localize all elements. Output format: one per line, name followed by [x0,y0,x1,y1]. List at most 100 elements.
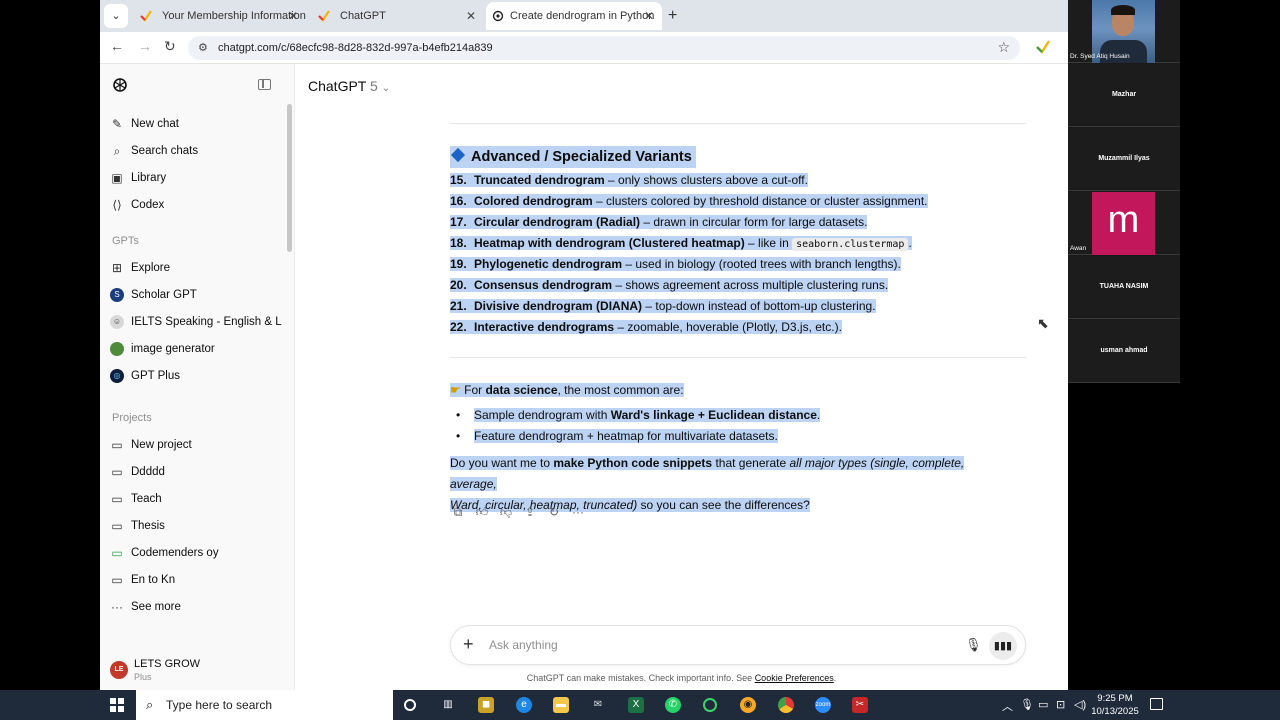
microphone-icon[interactable]: 🎙︎ [965,637,982,653]
windows-start-icon[interactable] [110,698,124,712]
sidebar-item-label: See more [131,601,181,613]
close-sidebar-icon[interactable] [258,79,271,90]
system-clock[interactable]: 9:25 PM 10/13/2025 [1088,692,1142,718]
sidebar-item-new-project[interactable]: ▭ New project [110,433,282,457]
notification-icon[interactable] [1150,698,1163,710]
sidebar-item-project[interactable]: ▭ En to Kn [110,568,282,592]
prompt-input[interactable]: Ask anything [489,638,558,652]
whatsapp-icon[interactable]: ✆ [665,697,681,713]
sidebar-item-project[interactable]: ▭ Codemenders oy [110,541,282,565]
sidebar-item-project[interactable]: ▭ Thesis [110,514,282,538]
back-arrow-icon[interactable]: ← [110,38,124,54]
model-selector[interactable]: ChatGPT 5 ⌄ [308,78,390,94]
copy-icon[interactable]: ⧉ [450,504,466,520]
question-mid: that generate [712,456,790,470]
participant-name: TUAHA NASIM [1099,283,1149,290]
regenerate-icon[interactable]: ↻ [546,504,562,520]
tray-volume-icon[interactable]: ◁) [1074,698,1086,711]
tray-chevron-icon[interactable]: ︿ [1002,698,1013,714]
list-term: Colored dendrogram [474,194,593,208]
close-tab-icon[interactable]: ✕ [466,2,476,30]
tab-create-dendrogram[interactable]: Create dendrogram in Python ✕ [486,2,662,30]
section-heading-text: Advanced / Specialized Variants [471,149,692,165]
sidebar-item-new-chat[interactable]: ✎ New chat [110,112,282,136]
file-explorer-icon[interactable]: ▬ [553,697,569,713]
sidebar-item-see-more[interactable]: ··· See more [110,595,282,619]
participant-tile[interactable]: Mazhar [1068,64,1180,127]
forward-arrow-icon[interactable]: → [138,38,152,54]
sidebar-item-project[interactable]: ▭ Teach [110,487,282,511]
folder-green-icon: ▭ [111,546,123,560]
tab-membership[interactable]: Your Membership Information ✕ [126,2,306,30]
voice-mode-icon[interactable]: ▮▮▮ [989,632,1017,660]
participant-tile[interactable]: TUAHA NASIM [1068,256,1180,319]
sidebar-item-search-chats[interactable]: ⌕ Search chats [110,139,282,163]
snipping-tool-icon[interactable]: ✂ [852,697,868,713]
bookmark-star-icon[interactable]: ☆ [997,39,1010,56]
list-number: 16. [450,194,467,208]
checkmark-favicon-icon [318,10,330,22]
close-tab-icon[interactable]: ✕ [288,2,298,30]
store-icon[interactable]: ◼ [478,697,494,713]
mail-icon[interactable]: ✉ [590,697,606,713]
sync-app-icon[interactable] [703,698,717,712]
participant-avatar: m [1092,192,1155,255]
participant-tile[interactable]: Muzammil Ilyas [1068,128,1180,191]
sidebar-item-label: En to Kn [131,574,176,586]
sidebar-item-ielts-speaking[interactable]: ☺ IELTS Speaking - English & L... [110,310,282,334]
participant-tile[interactable]: usman ahmad [1068,320,1180,383]
more-options-icon[interactable]: ··· [570,504,586,520]
chrome-icon[interactable] [778,697,794,713]
disclaimer: ChatGPT can make mistakes. Check importa… [295,673,1068,683]
chevron-down-icon: ⌄ [381,83,391,94]
tray-battery-icon[interactable]: ▭ [1038,698,1048,711]
sidebar-item-codex[interactable]: ⟨⟩ Codex [110,193,282,217]
start-pane [118,698,124,704]
sidebar-scrollbar[interactable] [287,104,292,252]
task-view-icon[interactable]: ▥ [440,697,456,713]
intro-pre: For [464,383,486,397]
app-icon[interactable]: ◉ [740,697,756,713]
zoom-icon[interactable]: zoom [815,697,831,713]
sidebar-item-library[interactable]: ▣ Library [110,166,282,190]
address-bar[interactable]: ⚙ chatgpt.com/c/68ecfc98-8d28-832d-997a-… [188,36,1020,60]
tab-chatgpt[interactable]: ChatGPT ✕ [304,2,484,30]
tab-label: ChatGPT [340,10,386,22]
thumbs-up-icon[interactable]: 👍︎ [474,504,490,520]
sidebar-item-project[interactable]: ▭ Ddddd [110,460,282,484]
cortana-icon[interactable] [404,699,416,711]
composer[interactable]: + Ask anything 🎙︎ ▮▮▮ [450,625,1026,665]
close-tab-icon[interactable]: ✕ [644,2,654,30]
tab-label: Your Membership Information [162,10,306,22]
reload-icon[interactable]: ↻ [164,38,176,55]
thumbs-down-icon[interactable]: 👎︎ [498,504,514,520]
extension-checkmark-icon[interactable] [1036,40,1050,54]
list-desc: – like in [744,236,793,250]
projects-heading: Projects [112,412,152,424]
edge-icon[interactable]: e [516,697,532,713]
user-menu[interactable]: LE LETS GROW Plus [100,652,295,690]
cookie-preferences-link[interactable]: Cookie Preferences [755,673,834,683]
section-heading: Advanced / Specialized Variants [450,146,696,168]
taskbar-search[interactable]: ⌕ Type here to search [136,690,393,720]
sidebar-item-scholar-gpt[interactable]: S Scholar GPT [110,283,282,307]
tray-network-icon[interactable]: ⊡ [1056,698,1065,711]
sidebar-item-label: Codex [131,199,165,211]
tray-mic-icon[interactable]: 🎙︎ [1020,698,1034,711]
list-desc: – zoomable, hoverable (Plotly, D3.js, et… [614,320,842,334]
openai-logo-icon[interactable] [112,77,128,93]
sidebar-item-gpt-plus[interactable]: ◎ GPT Plus [110,364,282,388]
participant-tile[interactable]: m Awan [1068,192,1180,255]
url-text[interactable]: chatgpt.com/c/68ecfc98-8d28-832d-997a-b4… [218,42,493,54]
bullet-post: . [816,408,821,422]
sidebar-item-explore[interactable]: ⊞ Explore [110,256,282,280]
new-tab-plus-icon[interactable]: + [668,4,677,28]
site-settings-icon[interactable]: ⚙ [198,41,208,54]
tab-search-chevron-icon[interactable]: ⌄ [104,4,128,28]
excel-icon[interactable]: X [628,697,644,713]
sidebar-item-image-generator[interactable]: image generator [110,337,282,361]
list-term: Heatmap with dendrogram (Clustered heatm… [474,236,745,250]
share-icon[interactable]: ⇪ [522,504,538,520]
add-attachment-plus-icon[interactable]: + [463,634,474,655]
participant-tile[interactable]: Dr. Syed Atiq Husain [1068,0,1180,63]
